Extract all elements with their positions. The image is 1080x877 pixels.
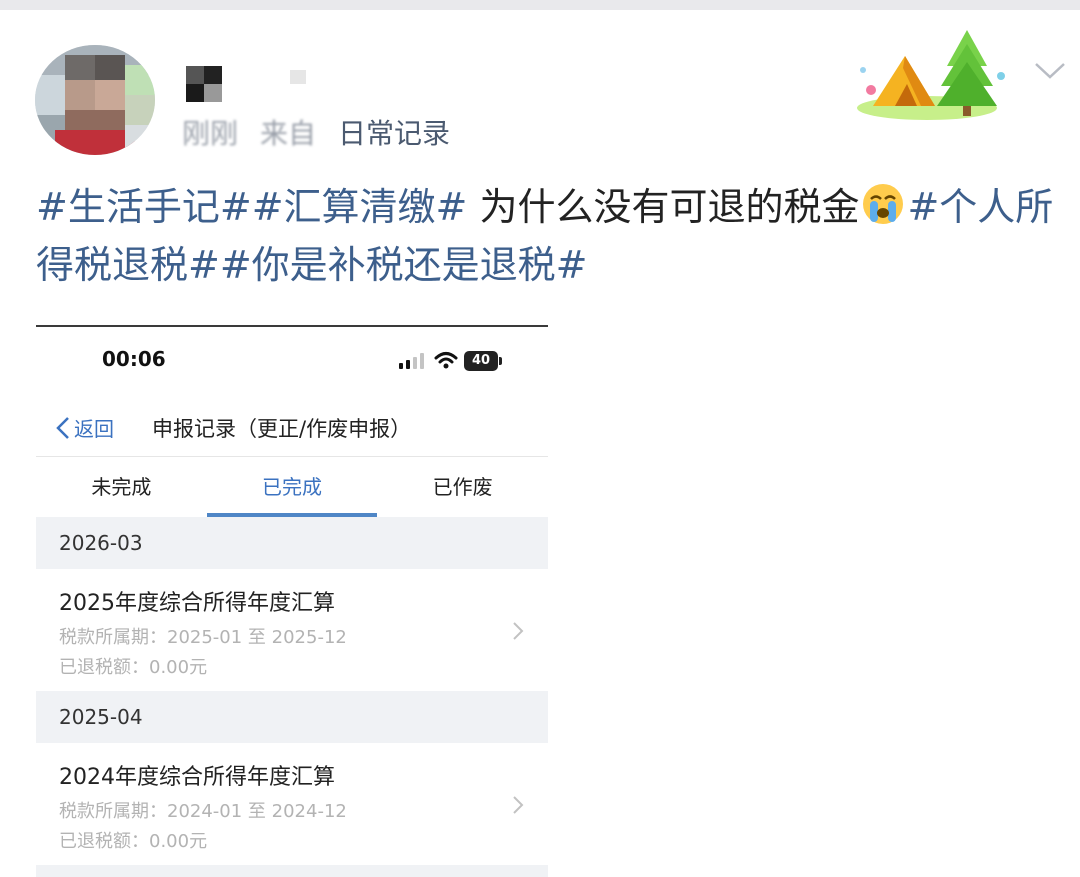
record-refund: 已退税额：0.00元 — [59, 831, 208, 852]
record-period: 税款所属期：2025-01 至 2025-12 — [59, 627, 347, 648]
avatar-pixel — [35, 75, 65, 115]
post-body-text: 为什么没有可退的税金 — [467, 185, 860, 229]
tab-voided[interactable]: 已作废 — [377, 457, 548, 517]
crying-face-icon — [863, 184, 904, 224]
record-item[interactable]: 2025年度综合所得年度汇算 税款所属期：2025-01 至 2025-12 已… — [36, 569, 548, 693]
record-period: 税款所属期：2024-01 至 2024-12 — [59, 801, 347, 822]
tab-bar: 未完成 已完成 已作废 — [36, 457, 548, 517]
hashtag-link[interactable]: #你是补税还是退税# — [220, 243, 588, 287]
hashtag-link[interactable]: #汇算清缴# — [252, 185, 468, 229]
back-label: 返回 — [74, 417, 114, 441]
hashtag-link[interactable]: #生活手记# — [36, 185, 252, 229]
avatar[interactable] — [35, 45, 155, 155]
post-source: 来自 — [260, 117, 317, 150]
battery-indicator: 40 — [464, 351, 502, 371]
avatar-pixel — [55, 130, 135, 155]
avatar-pixel — [125, 125, 155, 155]
chevron-down-icon[interactable] — [1032, 58, 1068, 82]
username-redacted[interactable] — [186, 66, 316, 106]
battery-level: 40 — [464, 351, 498, 371]
cellular-signal-icon — [399, 353, 424, 369]
avatar-pixel — [65, 80, 95, 110]
screenshot-border — [36, 325, 548, 327]
back-button[interactable]: 返回 — [56, 413, 114, 442]
avatar-pixel — [65, 55, 95, 80]
username-pixel — [290, 70, 306, 84]
nav-bar: 返回 申报记录（更正/作废申报） — [36, 405, 548, 457]
month-header — [36, 865, 548, 877]
wifi-icon — [434, 352, 458, 369]
top-bar — [0, 0, 1080, 10]
status-bar-time: 00:06 — [102, 347, 166, 371]
record-item[interactable]: 2024年度综合所得年度汇算 税款所属期：2024-01 至 2024-12 已… — [36, 743, 548, 867]
username-pixel — [186, 66, 204, 84]
chevron-right-icon — [513, 622, 524, 640]
avatar-pixel — [65, 110, 125, 130]
record-refund: 已退税额：0.00元 — [59, 657, 208, 678]
post-meta: 刚刚 来自 日常记录 — [182, 112, 450, 152]
month-label: 2026-03 — [59, 531, 143, 555]
avatar-pixel — [95, 80, 125, 110]
username-pixel — [204, 66, 222, 84]
attached-screenshot[interactable]: 00:06 40 返回 申报记录（更正/作废申报） 未完成 已完成 已作废 20… — [36, 325, 548, 877]
username-pixel — [186, 84, 204, 102]
chevron-right-icon — [513, 796, 524, 814]
month-header: 2026-03 — [36, 517, 548, 569]
username-pixel — [204, 84, 222, 102]
avatar-pixel — [125, 65, 155, 95]
battery-nub — [499, 357, 502, 365]
page-title: 申报记录（更正/作废申报） — [152, 417, 412, 441]
post-text: #生活手记##汇算清缴# 为什么没有可退的税金 #个人所得税退税##你是补税还是… — [36, 178, 1056, 294]
avatar-pixel — [125, 95, 155, 125]
tab-incomplete[interactable]: 未完成 — [36, 457, 207, 517]
record-title: 2025年度综合所得年度汇算 — [59, 591, 335, 616]
avatar-pixel — [95, 55, 125, 80]
tab-completed[interactable]: 已完成 — [206, 457, 378, 517]
chevron-left-icon — [56, 416, 69, 439]
post-topic-link[interactable]: 日常记录 — [338, 117, 450, 150]
month-label: 2025-04 — [59, 705, 143, 729]
camping-tent-tree-icon — [857, 30, 1005, 120]
month-header: 2025-04 — [36, 691, 548, 743]
record-title: 2024年度综合所得年度汇算 — [59, 765, 335, 790]
post-time: 刚刚 — [182, 117, 239, 150]
